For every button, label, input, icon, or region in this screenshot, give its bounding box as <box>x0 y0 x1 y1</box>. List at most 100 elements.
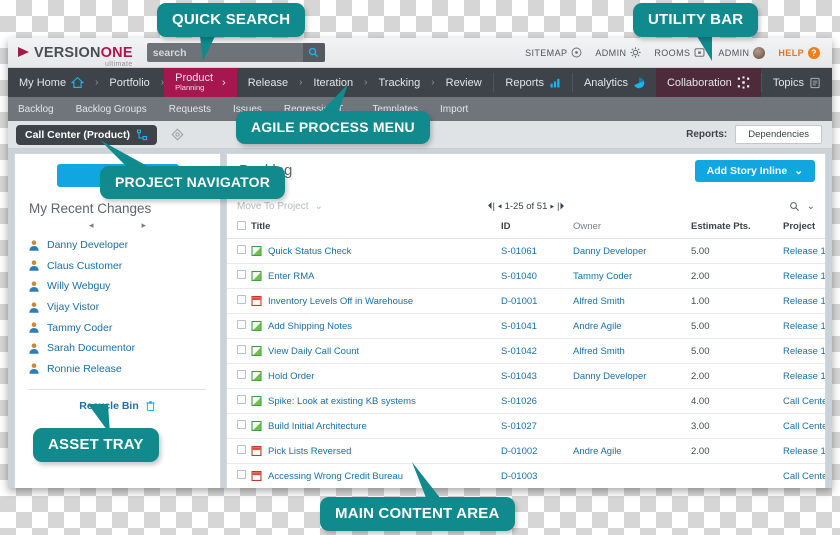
search-icon <box>309 47 319 58</box>
versionone-logo[interactable]: VERSIONONE ultimate <box>16 44 133 68</box>
utility-item-sitemap[interactable]: SITEMAP <box>525 47 582 58</box>
table-row[interactable]: Spike: Look at existing KB systems S-010… <box>227 388 825 414</box>
list-item[interactable]: Danny Developer <box>28 235 220 256</box>
row-checkbox[interactable] <box>237 345 246 354</box>
column-header-owner[interactable]: Owner <box>573 216 691 239</box>
list-item[interactable]: Tammy Coder <box>28 317 220 338</box>
cell-title: View Daily Call Count <box>251 338 501 364</box>
add-story-inline-button[interactable]: Add Story Inline ⌄ <box>694 160 815 182</box>
utility-item-user[interactable]: ADMIN <box>718 46 766 59</box>
row-checkbox[interactable] <box>237 245 246 254</box>
utility-label: HELP <box>778 47 804 58</box>
subnav-item-backlog[interactable]: Backlog <box>18 104 54 115</box>
callout-agile-process-menu: AGILE PROCESS MENU <box>236 111 430 144</box>
table-row[interactable]: Inventory Levels Off in Warehouse D-0100… <box>227 288 825 314</box>
select-all-checkbox[interactable] <box>237 220 246 230</box>
row-title-link[interactable]: Quick Status Check <box>268 246 351 257</box>
row-checkbox[interactable] <box>237 320 246 329</box>
nav-item-product-planning[interactable]: Product Planning › <box>164 68 237 97</box>
move-to-project-dropdown[interactable]: Move To Project ⌄ <box>237 201 323 212</box>
table-row[interactable]: Add Shipping Notes S-01041 Andre Agile 5… <box>227 313 825 339</box>
column-header-estimate[interactable]: Estimate Pts. <box>691 216 783 239</box>
trash-icon <box>146 401 155 412</box>
search-button[interactable] <box>302 43 325 62</box>
table-row[interactable]: Quick Status Check S-01061 Danny Develop… <box>227 238 825 264</box>
nav-item-portfolio[interactable]: Portfolio <box>98 68 160 97</box>
nav-item-collaboration[interactable]: Collaboration <box>655 68 761 97</box>
person-icon <box>29 281 39 292</box>
list-item[interactable]: Vijay Vistor <box>28 297 220 318</box>
subnav-item-requests[interactable]: Requests <box>169 104 211 115</box>
cell-id: S-01042 <box>501 338 573 364</box>
page-prev-button[interactable]: ◂ <box>498 201 502 212</box>
table-row[interactable]: View Daily Call Count S-01042 Alfred Smi… <box>227 338 825 364</box>
select-all-header[interactable] <box>227 216 251 239</box>
utility-item-help[interactable]: HELP ? <box>778 46 820 59</box>
row-title-link[interactable]: Accessing Wrong Credit Bureau <box>268 471 403 482</box>
cell-estimate: 5.00 <box>691 338 783 364</box>
reports-dropdown[interactable]: Dependencies <box>735 125 822 144</box>
main-content-area: Backlog Add Story Inline ⌄ Move To Proje… <box>226 153 826 488</box>
nav-label: Analytics <box>583 76 628 89</box>
nav-item-release[interactable]: Release <box>237 68 299 97</box>
list-item[interactable]: Ronnie Release <box>28 359 220 380</box>
nav-item-topics[interactable]: Topics <box>762 68 832 97</box>
table-row[interactable]: Build Initial Architecture S-01027 3.00 … <box>227 413 825 439</box>
cell-project: Release 1.0 <box>783 438 825 464</box>
main-header: Backlog Add Story Inline ⌄ <box>227 154 825 196</box>
row-checkbox[interactable] <box>237 270 246 279</box>
page-last-button[interactable]: |⏵ <box>557 201 564 212</box>
quick-search[interactable] <box>146 43 325 62</box>
row-title-link[interactable]: Inventory Levels Off in Warehouse <box>268 296 413 307</box>
cell-project: Release 1.0 <box>783 263 825 289</box>
row-checkbox[interactable] <box>237 445 246 454</box>
table-row[interactable]: Hold Order S-01043 Danny Developer 2.00 … <box>227 363 825 389</box>
nav-item-tracking[interactable]: Tracking <box>368 68 432 97</box>
table-row[interactable]: Pick Lists Reversed D-01002 Andre Agile … <box>227 438 825 464</box>
recent-next-arrow[interactable]: ▸ <box>142 220 147 231</box>
row-title-link[interactable]: Add Shipping Notes <box>268 321 352 332</box>
row-checkbox[interactable] <box>237 470 246 479</box>
callout-project-navigator: PROJECT NAVIGATOR <box>100 166 286 199</box>
cell-id: D-01003 <box>501 463 573 488</box>
magnifier-icon[interactable] <box>789 201 800 212</box>
recycle-bin-link[interactable]: Recycle Bin <box>15 400 220 412</box>
column-header-title[interactable]: Title <box>251 216 501 239</box>
table-row[interactable]: Enter RMA S-01040 Tammy Coder 2.00 Relea… <box>227 263 825 289</box>
nav-item-analytics[interactable]: Analytics <box>573 68 656 97</box>
cell-project: Call Center (Product) <box>783 463 825 488</box>
utility-item-admin[interactable]: ADMIN <box>595 47 641 58</box>
list-item[interactable]: Claus Customer <box>28 256 220 277</box>
page-first-button[interactable]: ⏴| <box>488 201 495 212</box>
nav-item-my-home[interactable]: My Home <box>8 68 95 97</box>
cell-id: S-01043 <box>501 363 573 389</box>
row-title-link[interactable]: Enter RMA <box>268 271 314 282</box>
recent-prev-arrow[interactable]: ◂ <box>89 220 94 231</box>
table-row[interactable]: Accessing Wrong Credit Bureau D-01003 Ca… <box>227 463 825 488</box>
row-checkbox[interactable] <box>237 420 246 429</box>
nav-item-review[interactable]: Review <box>435 68 493 97</box>
list-item[interactable]: Sarah Documentor <box>28 338 220 359</box>
row-title-link[interactable]: Hold Order <box>268 371 314 382</box>
nav-item-reports[interactable]: Reports <box>494 68 572 97</box>
row-checkbox[interactable] <box>237 370 246 379</box>
subnav-item-import[interactable]: Import <box>440 104 468 115</box>
search-input[interactable] <box>146 46 303 59</box>
list-item[interactable]: Willy Webguy <box>28 276 220 297</box>
help-icon: ? <box>808 46 820 59</box>
row-title-link[interactable]: Build Initial Architecture <box>268 421 367 432</box>
story-icon <box>251 245 262 257</box>
page-next-button[interactable]: ▸ <box>550 201 554 212</box>
column-header-project[interactable]: Project <box>783 216 825 239</box>
subnav-item-backlog-groups[interactable]: Backlog Groups <box>76 104 147 115</box>
row-title-link[interactable]: Pick Lists Reversed <box>268 446 351 457</box>
row-title-link[interactable]: Spike: Look at existing KB systems <box>268 396 416 407</box>
row-title-link[interactable]: View Daily Call Count <box>268 346 359 357</box>
column-header-id[interactable]: ID <box>501 216 573 239</box>
project-settings-button[interactable] <box>171 128 184 141</box>
cell-project: Release 1.0 <box>783 313 825 339</box>
row-checkbox[interactable] <box>237 395 246 404</box>
row-checkbox[interactable] <box>237 295 246 304</box>
cell-id: D-01002 <box>501 438 573 464</box>
chevron-down-icon[interactable]: ⌄ <box>807 201 815 212</box>
